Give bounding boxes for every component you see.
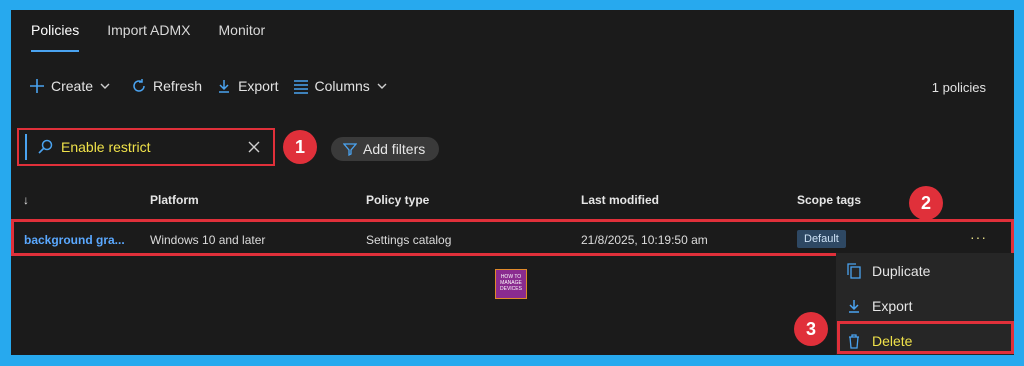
close-icon[interactable] bbox=[247, 140, 261, 154]
columns-label: Columns bbox=[314, 78, 370, 94]
tab-monitor[interactable]: Monitor bbox=[219, 22, 266, 52]
add-filters-label: Add filters bbox=[363, 141, 426, 157]
policy-name-link[interactable]: background gra... bbox=[24, 233, 125, 247]
policy-type-header[interactable]: Policy type bbox=[366, 193, 429, 207]
add-filters-button[interactable]: Add filters bbox=[331, 137, 440, 161]
platform-header[interactable]: Platform bbox=[150, 193, 199, 207]
menu-item-duplicate[interactable]: Duplicate bbox=[836, 256, 1014, 286]
tab-policies[interactable]: Policies bbox=[31, 22, 80, 52]
columns-icon bbox=[293, 80, 308, 94]
delete-highlight bbox=[837, 321, 1014, 354]
create-button[interactable]: Create bbox=[29, 78, 117, 94]
scope-tags-header[interactable]: Scope tags bbox=[797, 193, 861, 207]
tab-import-admx[interactable]: Import ADMX bbox=[107, 22, 190, 52]
columns-button[interactable]: Columns bbox=[293, 78, 394, 94]
search-icon bbox=[38, 139, 53, 154]
scope-tag-badge: Default bbox=[797, 230, 846, 248]
policies-panel: Policies Import ADMX Monitor Create Refr… bbox=[11, 10, 1014, 355]
annotation-badge-1: 1 bbox=[283, 130, 317, 164]
search-value: Enable restrict bbox=[61, 139, 151, 155]
refresh-label: Refresh bbox=[153, 78, 203, 94]
last-modified-cell: 21/8/2025, 10:19:50 am bbox=[581, 233, 708, 247]
search-highlight: Enable restrict bbox=[17, 128, 275, 166]
plus-icon bbox=[30, 79, 44, 93]
platform-cell: Windows 10 and later bbox=[150, 233, 266, 247]
refresh-button[interactable]: Refresh bbox=[131, 78, 202, 94]
export-button[interactable]: Export bbox=[216, 78, 279, 94]
more-options-button[interactable]: ··· bbox=[970, 229, 987, 245]
filter-icon bbox=[343, 143, 357, 156]
annotation-badge-2: 2 bbox=[909, 186, 943, 220]
tab-bar: Policies Import ADMX Monitor bbox=[31, 22, 293, 52]
table-row[interactable]: background gra... Windows 10 and later S… bbox=[11, 219, 1014, 256]
name-sort-header[interactable]: ↓ bbox=[23, 193, 29, 207]
create-label: Create bbox=[51, 78, 94, 94]
policy-type-cell: Settings catalog bbox=[366, 233, 452, 247]
policy-count: 1 policies bbox=[931, 80, 986, 95]
duplicate-label: Duplicate bbox=[872, 263, 931, 279]
refresh-icon bbox=[133, 79, 145, 92]
chevron-down-icon bbox=[377, 83, 387, 89]
annotation-badge-3: 3 bbox=[794, 312, 828, 346]
export-label: Export bbox=[238, 78, 279, 94]
watermark-logo: HOW TO MANAGE DEVICES bbox=[495, 269, 527, 299]
download-icon bbox=[849, 300, 859, 313]
last-modified-header[interactable]: Last modified bbox=[581, 193, 659, 207]
download-icon bbox=[219, 80, 230, 93]
toolbar: Create Refresh Export Columns bbox=[29, 78, 408, 94]
menu-item-export[interactable]: Export bbox=[836, 291, 1014, 321]
export-menu-label: Export bbox=[872, 298, 913, 314]
search-input[interactable]: Enable restrict bbox=[25, 134, 267, 160]
chevron-down-icon bbox=[100, 83, 110, 89]
duplicate-icon bbox=[847, 263, 861, 279]
